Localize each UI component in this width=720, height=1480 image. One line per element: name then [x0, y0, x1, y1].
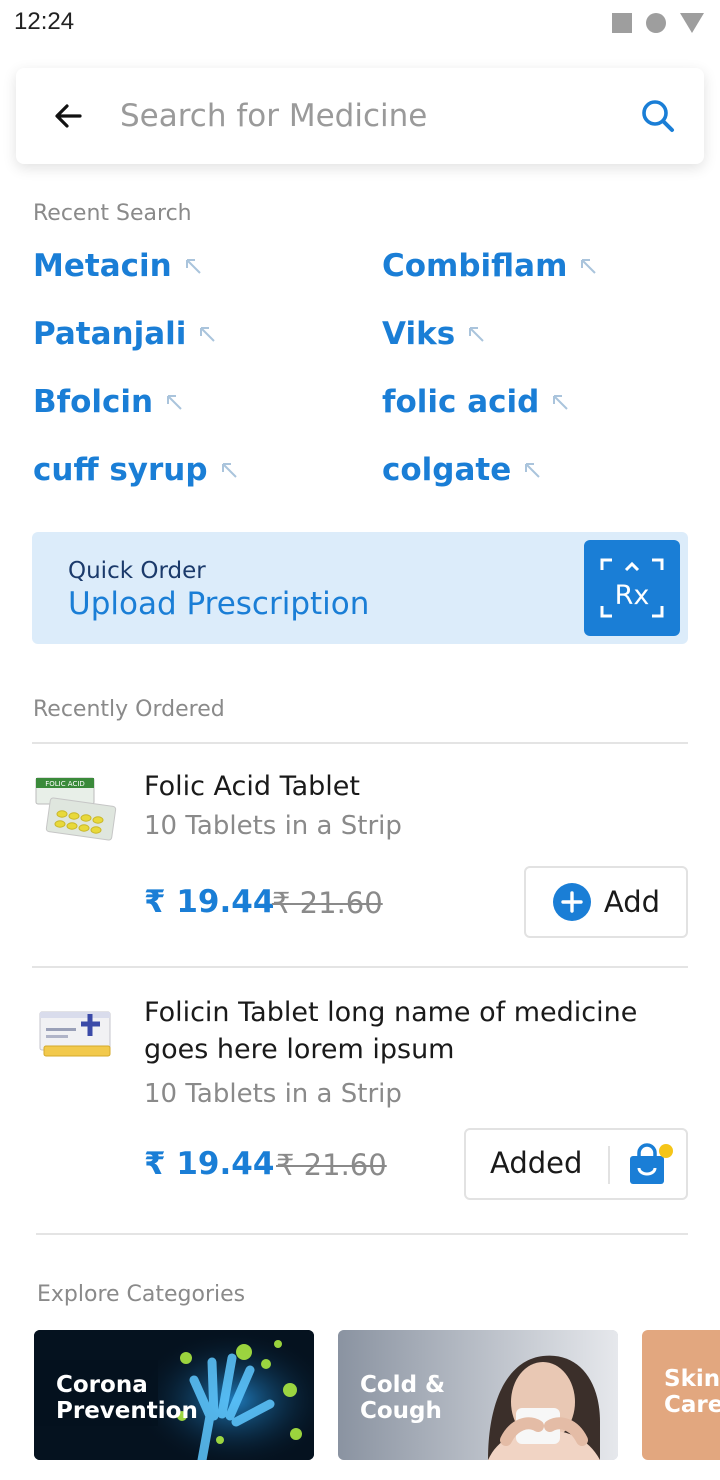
plus-circle-icon [552, 883, 591, 921]
shopping-bag-icon[interactable] [626, 1140, 676, 1190]
divider [36, 1233, 688, 1235]
divider [32, 742, 688, 744]
category-skin-care[interactable]: Skin Care [642, 1330, 720, 1460]
recently-ordered-heading: Recently Ordered [33, 697, 225, 722]
recent-item-metacin[interactable]: Metacin [33, 248, 202, 284]
product-pack-size: 10 Tablets in a Strip [144, 811, 402, 841]
recent-item-label: colgate [382, 452, 512, 488]
category-label: Skin [664, 1366, 720, 1392]
recent-item-label: Bfolcin [33, 384, 154, 420]
record-icon [646, 13, 666, 33]
recent-item-patanjali[interactable]: Patanjali [33, 316, 216, 352]
quick-order-title: Quick Order [68, 558, 206, 584]
folic-acid-product-image: FOLIC ACID [35, 777, 117, 841]
recent-item-cuff-syrup[interactable]: cuff syrup [33, 452, 238, 488]
back-arrow-icon[interactable] [48, 96, 88, 136]
product-name: Folic Acid Tablet [144, 771, 360, 802]
recent-arrow-icon [581, 259, 597, 274]
folicin-product-image [39, 1011, 111, 1057]
category-label: Care [664, 1392, 720, 1418]
search-icon[interactable] [638, 96, 678, 136]
recent-arrow-icon [553, 395, 569, 410]
signal-icon [680, 13, 704, 33]
product-price: ₹ 19.44 [144, 884, 275, 920]
category-cold-cough[interactable]: Cold & Cough [338, 1330, 618, 1460]
recent-arrow-icon [200, 327, 216, 342]
category-label: Corona [56, 1372, 148, 1398]
recent-arrow-icon [167, 395, 182, 410]
product-mrp: ₹ 21.60 [276, 1148, 387, 1182]
upload-prescription-link: Upload Prescription [68, 586, 370, 622]
system-icons [612, 13, 704, 33]
recent-item-folic-acid[interactable]: folic acid [382, 384, 569, 420]
added-label: Added [490, 1146, 583, 1180]
recent-item-combiflam[interactable]: Combiflam [382, 248, 597, 284]
recent-item-label: Combiflam [382, 248, 568, 284]
recent-search-heading: Recent Search [33, 201, 192, 226]
category-label: Cough [360, 1398, 442, 1424]
search-input[interactable] [120, 92, 600, 140]
added-to-cart-button[interactable]: Added [464, 1128, 688, 1200]
recent-item-viks[interactable]: Viks [382, 316, 485, 352]
recent-item-label: folic acid [382, 384, 540, 420]
recent-item-bfolcin[interactable]: Bfolcin [33, 384, 183, 420]
recent-item-colgate[interactable]: colgate [382, 452, 541, 488]
status-time: 12:24 [14, 8, 75, 35]
product-pack-size: 10 Tablets in a Strip [144, 1079, 402, 1109]
recent-item-label: Viks [382, 316, 456, 352]
search-bar [16, 68, 704, 164]
rx-scan-icon: Rx [600, 558, 664, 618]
recent-arrow-icon [221, 463, 237, 478]
recent-arrow-icon [469, 327, 484, 342]
category-label: Cold & [360, 1372, 446, 1398]
category-corona-prevention[interactable]: Corona Prevention [34, 1330, 314, 1460]
explore-categories-heading: Explore Categories [37, 1282, 246, 1307]
quick-order-banner[interactable]: Quick Order Upload Prescription Rx [32, 532, 688, 644]
status-bar: 12:24 [0, 0, 720, 46]
category-label: Prevention [56, 1398, 198, 1424]
button-separator [608, 1146, 610, 1184]
recent-arrow-icon [185, 259, 201, 274]
recent-item-label: Patanjali [33, 316, 187, 352]
recent-arrow-icon [525, 463, 540, 478]
stop-icon [612, 13, 632, 33]
product-price: ₹ 19.44 [144, 1146, 275, 1182]
thumb-label: FOLIC ACID [45, 780, 85, 788]
recent-item-label: Metacin [33, 248, 172, 284]
product-mrp: ₹ 21.60 [272, 886, 383, 920]
upload-prescription-button[interactable]: Rx [584, 540, 680, 636]
product-name: Folicin Tablet long name of medicine [144, 997, 638, 1028]
product-name-continued: goes here lorem ipsum [144, 1034, 455, 1065]
recent-item-label: cuff syrup [33, 452, 208, 488]
divider [32, 966, 688, 968]
rx-label: Rx [615, 580, 650, 611]
add-to-cart-button[interactable]: Add [524, 866, 688, 938]
add-label: Add [603, 885, 661, 919]
cart-badge [659, 1144, 673, 1158]
